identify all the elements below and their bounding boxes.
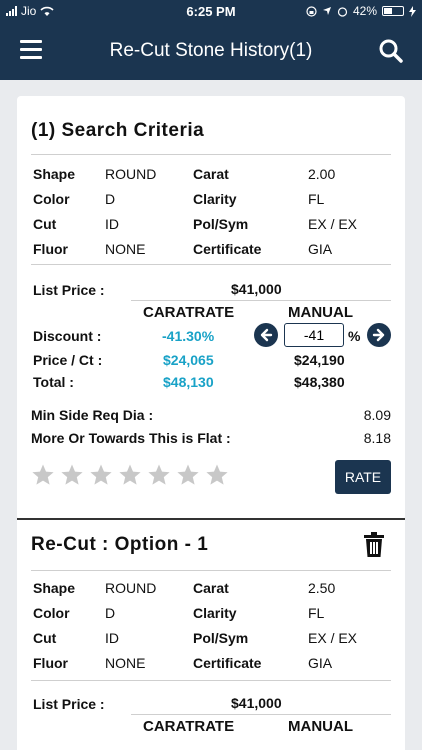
spec-value: FL <box>308 605 325 621</box>
spec-row: Fluor NONE Certificate GIA <box>33 241 393 266</box>
star-icon[interactable] <box>118 463 142 487</box>
divider <box>31 680 391 681</box>
star-icon[interactable] <box>31 463 55 487</box>
section-title: (1) Search Criteria <box>31 120 205 141</box>
spec-value: ROUND <box>105 580 157 596</box>
min-side-value: 8.09 <box>363 407 391 423</box>
search-criteria-card: (1) Search Criteria Shape ROUND Carat 2.… <box>17 96 405 520</box>
divider <box>131 300 391 301</box>
spec-label: Shape <box>33 580 76 596</box>
spec-value: EX / EX <box>308 630 358 646</box>
spec-label: Certificate <box>193 241 262 257</box>
spec-label: Pol/Sym <box>193 216 249 232</box>
flat-value: 8.18 <box>363 430 391 446</box>
spec-label: Color <box>33 191 70 207</box>
battery-percent: 42% <box>352 4 377 18</box>
list-price-label: List Price : <box>33 282 105 298</box>
list-price-value: $41,000 <box>231 281 282 297</box>
spec-value: GIA <box>308 241 333 257</box>
battery-icon <box>382 6 404 16</box>
lock-rotation-icon <box>306 5 317 17</box>
star-rating[interactable] <box>31 463 229 487</box>
spec-value: 2.00 <box>308 166 336 182</box>
spec-row: Cut ID Pol/Sym EX / EX <box>33 216 393 241</box>
spec-value: FL <box>308 191 325 207</box>
spec-row: Shape ROUND Carat 2.00 <box>33 166 393 191</box>
divider <box>131 714 391 715</box>
spec-value: 2.50 <box>308 580 336 596</box>
spec-value: EX / EX <box>308 216 358 232</box>
spec-value: ID <box>105 216 119 232</box>
discount-label: Discount : <box>33 328 102 344</box>
price-per-ct-caratrate-value: $24,065 <box>163 352 214 368</box>
star-icon[interactable] <box>89 463 113 487</box>
price-per-ct-label: Price / Ct : <box>33 352 103 368</box>
status-bar: Jio 6:25 PM 42% <box>0 0 422 22</box>
spec-grid: Shape ROUND Carat 2.00 Color D Clarity F… <box>33 166 393 266</box>
page-title: Re-Cut Stone History(1) <box>109 40 313 61</box>
spec-label: Fluor <box>33 241 68 257</box>
spec-label: Certificate <box>193 655 262 671</box>
spec-row: Color D Clarity FL <box>33 191 393 216</box>
spec-value: NONE <box>105 241 146 257</box>
rate-button[interactable]: RATE <box>335 460 391 494</box>
spec-label: Cut <box>33 216 57 232</box>
spec-label: Clarity <box>193 605 237 621</box>
manual-header: MANUAL <box>288 718 353 735</box>
total-label: Total : <box>33 374 74 390</box>
spec-label: Carat <box>193 580 229 596</box>
spec-value: NONE <box>105 655 146 671</box>
spec-label: Fluor <box>33 655 68 671</box>
results-scroll[interactable]: (1) Search Criteria Shape ROUND Carat 2.… <box>0 80 422 750</box>
price-per-ct-manual-value: $24,190 <box>294 352 345 368</box>
search-icon[interactable] <box>378 38 404 64</box>
divider <box>31 570 391 571</box>
min-side-label: Min Side Req Dia : <box>31 407 154 423</box>
total-caratrate-value: $48,130 <box>163 374 214 390</box>
discount-caratrate-value: -41.30% <box>162 328 215 344</box>
spec-row: Color D Clarity FL <box>33 605 393 630</box>
list-price-label: List Price : <box>33 696 105 712</box>
star-icon[interactable] <box>60 463 84 487</box>
spec-value: ID <box>105 630 119 646</box>
spec-row: Cut ID Pol/Sym EX / EX <box>33 630 393 655</box>
charging-icon <box>409 5 416 17</box>
star-icon[interactable] <box>147 463 171 487</box>
spec-label: Clarity <box>193 191 237 207</box>
arrow-left-icon <box>260 328 273 342</box>
spec-value: ROUND <box>105 166 157 182</box>
location-icon <box>322 7 331 15</box>
spec-row: Shape ROUND Carat 2.50 <box>33 580 393 605</box>
nav-bar: Re-Cut Stone History(1) <box>0 22 422 80</box>
arrow-right-icon <box>372 328 385 342</box>
star-icon[interactable] <box>176 463 200 487</box>
spec-label: Cut <box>33 630 57 646</box>
trash-icon[interactable] <box>362 532 386 558</box>
increase-discount-button[interactable] <box>367 323 391 347</box>
manual-header: MANUAL <box>288 304 353 321</box>
caratrate-header: CARATRATE <box>143 304 235 321</box>
spec-value: D <box>105 191 116 207</box>
spec-row: Fluor NONE Certificate GIA <box>33 655 393 680</box>
manual-discount-input[interactable] <box>284 323 344 347</box>
total-manual-value: $48,380 <box>294 374 345 390</box>
caratrate-header: CARATRATE <box>143 718 235 735</box>
flat-label: More Or Towards This is Flat : <box>31 430 231 446</box>
divider <box>31 154 391 155</box>
alarm-icon <box>337 6 348 17</box>
spec-label: Shape <box>33 166 76 182</box>
spec-value: D <box>105 605 116 621</box>
decrease-discount-button[interactable] <box>254 323 278 347</box>
list-price-value: $41,000 <box>231 695 282 711</box>
recut-option-card: Re-Cut : Option - 1 Shape ROUND Carat 2.… <box>17 518 405 750</box>
spec-label: Pol/Sym <box>193 630 249 646</box>
spec-value: GIA <box>308 655 333 671</box>
spec-label: Color <box>33 605 70 621</box>
spec-grid: Shape ROUND Carat 2.50 Color D Clarity F… <box>33 580 393 680</box>
star-icon[interactable] <box>205 463 229 487</box>
section-title: Re-Cut : Option - 1 <box>31 534 209 555</box>
percent-sign: % <box>348 328 361 344</box>
divider <box>31 264 391 265</box>
spec-label: Carat <box>193 166 229 182</box>
